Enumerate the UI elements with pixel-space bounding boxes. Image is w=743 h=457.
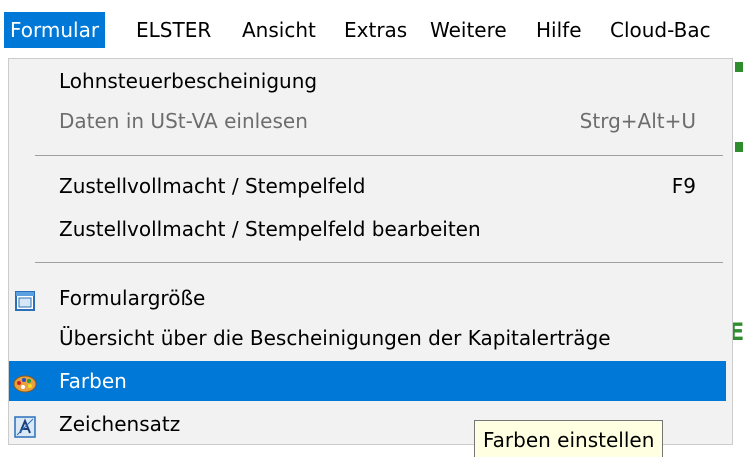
- menu-item-label: Zustellvollmacht / Stempelfeld bearbeite…: [59, 217, 481, 241]
- menu-item-label: Zeichensatz: [59, 412, 181, 436]
- menu-weitere[interactable]: Weitere: [424, 12, 513, 48]
- menu-item-label: Lohnsteuerbescheinigung: [59, 69, 318, 93]
- menu-separator: [35, 155, 723, 156]
- menu-hilfe[interactable]: Hilfe: [530, 12, 588, 48]
- menu-item-label: Übersicht über die Bescheinigungen der K…: [59, 326, 611, 350]
- menu-cloud-backup[interactable]: Cloud-Bac: [604, 12, 717, 48]
- window-icon: [13, 286, 37, 311]
- menu-extras[interactable]: Extras: [338, 12, 413, 48]
- background-green-strip: [735, 62, 743, 72]
- palette-icon: [13, 369, 37, 393]
- menu-item-shortcut: Strg+Alt+U: [579, 109, 696, 133]
- menu-item-label: Formulargröße: [59, 286, 206, 310]
- menu-item-label: Daten in USt-VA einlesen: [59, 109, 308, 133]
- menu-item-zustellvollmacht-bearbeiten[interactable]: Zustellvollmacht / Stempelfeld bearbeite…: [9, 209, 726, 249]
- menu-bar: Formular ELSTER Ansicht Extras Weitere H…: [0, 0, 743, 58]
- menu-item-lohnsteuerbescheinigung[interactable]: Lohnsteuerbescheinigung: [9, 61, 726, 101]
- menu-item-farben[interactable]: Farben: [9, 361, 726, 401]
- menu-item-zustellvollmacht[interactable]: Zustellvollmacht / Stempelfeld F9: [9, 166, 726, 206]
- menu-item-label: Farben: [59, 369, 127, 393]
- menu-elster[interactable]: ELSTER: [130, 12, 217, 48]
- background-green-strip: [735, 142, 743, 152]
- menu-separator: [35, 262, 723, 263]
- menu-item-formulargroesse[interactable]: Formulargröße: [9, 278, 726, 318]
- formular-dropdown-menu: Lohnsteuerbescheinigung Daten in USt-VA …: [8, 58, 733, 445]
- app-window: Formular ELSTER Ansicht Extras Weitere H…: [0, 0, 743, 457]
- menu-item-label: Zustellvollmacht / Stempelfeld: [59, 174, 366, 198]
- font-icon: [13, 412, 37, 438]
- menu-formular[interactable]: Formular: [4, 12, 106, 48]
- menu-item-shortcut: F9: [671, 174, 696, 198]
- menu-item-uebersicht-kapitalertraege[interactable]: Übersicht über die Bescheinigungen der K…: [9, 318, 726, 358]
- menu-item-daten-ust-va: Daten in USt-VA einlesen Strg+Alt+U: [9, 101, 726, 141]
- tooltip: Farben einstellen: [474, 420, 664, 457]
- menu-ansicht[interactable]: Ansicht: [236, 12, 322, 48]
